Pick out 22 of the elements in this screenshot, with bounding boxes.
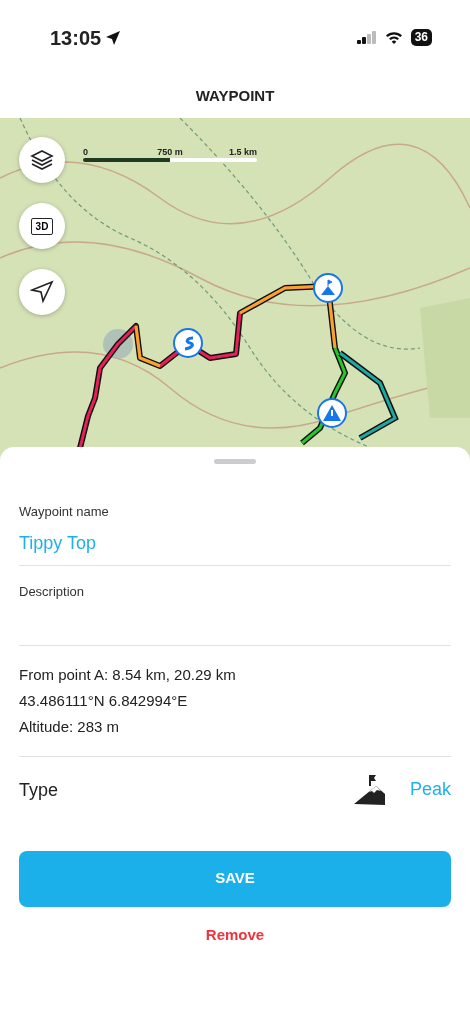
location-arrow-icon (105, 29, 122, 46)
detail-text: From point A: 8.54 km, 20.29 km (19, 664, 237, 685)
detail-text: 43.486111°N 6.842994°E (19, 690, 189, 711)
sheet-handle[interactable] (214, 459, 256, 464)
page-title: WAYPOINT (195, 86, 275, 107)
remove-button[interactable]: Remove (199, 922, 271, 947)
detail-text: Altitude: 283 m (19, 716, 121, 737)
navigation-arrow-icon (30, 280, 54, 304)
battery-level: 36 (410, 29, 432, 46)
type-label: Type (19, 778, 60, 802)
status-time: 13:05 (50, 25, 102, 51)
scale-label: 1.5 km (228, 146, 257, 159)
field-label: Description (19, 582, 86, 601)
wifi-icon (384, 31, 403, 44)
save-button[interactable]: SAVE (19, 850, 451, 907)
peak-flag-icon (353, 773, 386, 806)
layers-icon (30, 148, 54, 172)
type-value[interactable]: Peak (409, 776, 451, 803)
signal-icon (356, 31, 377, 44)
scale-label: 0 (83, 146, 88, 159)
field-label: Waypoint name (19, 503, 110, 521)
scale-label: 750 m (157, 146, 183, 159)
